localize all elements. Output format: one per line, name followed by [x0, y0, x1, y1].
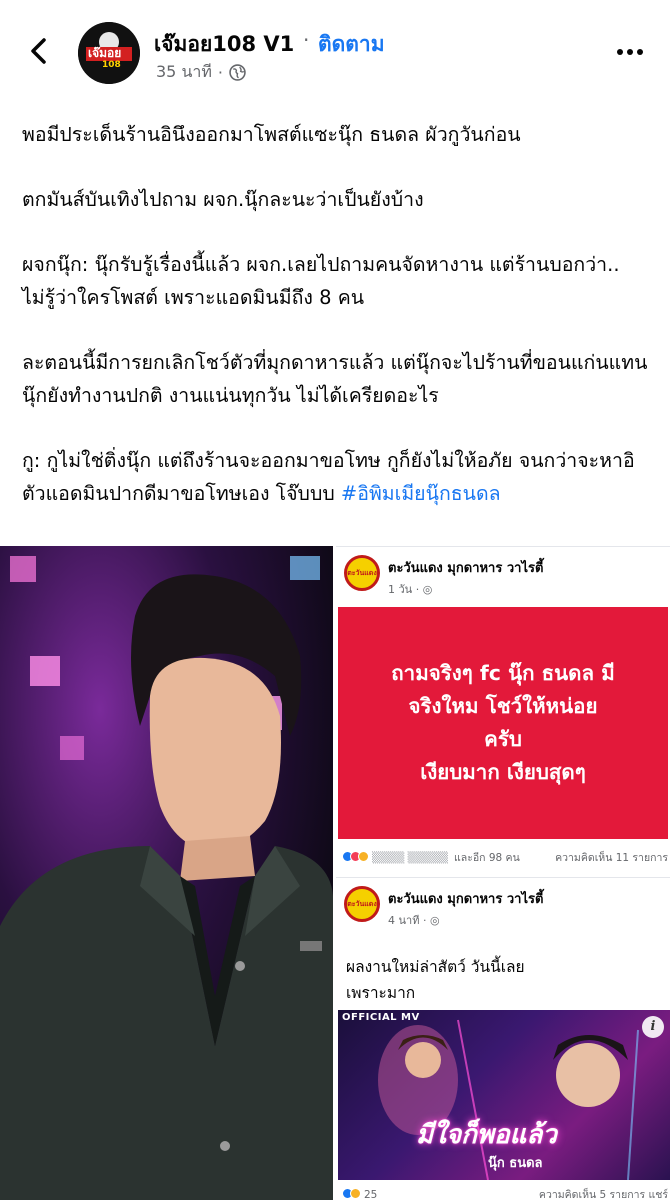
photo-portrait[interactable] [0, 546, 333, 1200]
reactions-count: และอีก 98 คน [454, 852, 520, 864]
more-options-button[interactable] [612, 34, 648, 70]
reactions-count: 25 [364, 1188, 378, 1200]
card-line: จริงใหม โชว์ให้หน่อย [408, 694, 598, 718]
embed-post-text: ผลงานใหม่ล่าสัตว์ วันนี้เลย เพราะมาก [346, 954, 662, 1006]
chevron-left-icon [31, 38, 46, 64]
post-paragraph: ละตอนนี้มีการยกเลิกโชว์ตัวที่มุกดาหารแล้… [22, 351, 648, 407]
embed-time: 1 วัน · ◎ [388, 583, 433, 596]
embed-avatar: ตะวันแดง [344, 555, 380, 591]
mv-label: OFFICIAL MV [342, 1012, 420, 1023]
hashtag-link[interactable]: #อิพิมเมียนุ๊กธนดล [341, 482, 501, 505]
page-name[interactable]: เจ๊มอย108 V1 [154, 28, 294, 61]
card-line: ถามจริงๆ fc นุ๊ก ธนดล มี [391, 661, 615, 685]
globe-icon: ◎ [422, 583, 433, 596]
comments-count: ความคิดเห็น 5 รายการ แชร์ [538, 1189, 668, 1200]
post-paragraph: พอมีประเด็นร้านอินึงออกมาโพสต์แซะนุ๊ก ธน… [22, 123, 521, 146]
post-paragraph: ผจกนุ๊ก: นุ๊กรับรู้เรื่องนี้แล้ว ผจก.เลย… [22, 253, 620, 309]
reactions-row: ▒▒▒▒ ▒▒▒▒▒ และอีก 98 คน ความคิดเห็น 11 ร… [342, 849, 668, 866]
page-avatar[interactable]: เจ๊มอย 108 [78, 22, 140, 84]
embedded-post-screenshot-2[interactable]: ตะวันแดง ตะวันแดง มุกดาหาร วาไรตี้ 4 นาท… [336, 877, 670, 1200]
follow-button[interactable]: ติดตาม [318, 28, 385, 61]
reactions-row: 25 ความคิดเห็น 5 รายการ แชร์ [342, 1186, 668, 1200]
embed-time: 4 นาที · ◎ [388, 914, 440, 927]
embed-page-name: ตะวันแดง มุกดาหาร วาไรตี้ [388, 892, 544, 907]
reaction-icons [342, 850, 369, 865]
embed-header: ตะวันแดง ตะวันแดง มุกดาหาร วาไรตี้ 1 วัน… [344, 555, 543, 598]
name-separator: · [303, 28, 310, 52]
avatar-number: 108 [102, 60, 121, 70]
embed-text-line: เพราะมาก [346, 984, 416, 1002]
mv-title: มีใจก็พอแล้ว [416, 1120, 557, 1150]
info-icon[interactable]: i [642, 1016, 664, 1038]
post-paragraph: ตกมันส์บันเทิงไปถาม ผจก.นุ๊กละนะว่าเป็นย… [22, 188, 424, 211]
more-dots-icon [617, 49, 643, 55]
back-button[interactable] [22, 34, 56, 68]
embedded-post-screenshot[interactable]: ตะวันแดง ตะวันแดง มุกดาหาร วาไรตี้ 1 วัน… [336, 546, 670, 874]
post-paragraph-text: กู: กูไม่ใช่ติ่งนุ๊ก แต่ถึงร้านจะออกมาขอ… [22, 449, 635, 505]
comments-count: ความคิดเห็น 11 รายการ [555, 852, 668, 864]
post-text: พอมีประเด็นร้านอินึงออกมาโพสต์แซะนุ๊ก ธน… [22, 118, 648, 510]
post-header: เจ๊มอย 108 เจ๊มอย108 V1 · ติดตาม 35 นาที… [0, 0, 670, 100]
music-video-thumbnail: OFFICIAL MV มีใจก็พอแล้ว นุ๊ก ธนดล i [338, 1010, 670, 1180]
embed-header: ตะวันแดง ตะวันแดง มุกดาหาร วาไรตี้ 4 นาท… [344, 886, 543, 929]
post-time[interactable]: 35 นาที [156, 60, 212, 85]
post-meta: 35 นาที · [156, 60, 246, 85]
embed-avatar: ตะวันแดง [344, 886, 380, 922]
card-line: เงียบมาก เงียบสุดๆ [420, 760, 586, 784]
globe-icon: ◎ [429, 914, 440, 927]
card-line: ครับ [484, 727, 522, 751]
meta-dot: · [217, 63, 224, 82]
mv-artist: นุ๊ก ธนดล [488, 1156, 543, 1171]
reaction-icons [342, 1187, 361, 1200]
embed-page-name: ตะวันแดง มุกดาหาร วาไรตี้ [388, 561, 544, 576]
globe-icon [229, 64, 246, 81]
embed-text-line: ผลงานใหม่ล่าสัตว์ วันนี้เลย [346, 958, 525, 976]
blurred-names: ▒▒▒▒ ▒▒▒▒▒ [372, 851, 449, 864]
post-paragraph-last: กู: กูไม่ใช่ติ่งนุ๊ก แต่ถึงร้านจะออกมาขอ… [22, 444, 648, 510]
red-text-card: ถามจริงๆ fc นุ๊ก ธนดล มี จริงใหม โชว์ให้… [338, 607, 668, 839]
